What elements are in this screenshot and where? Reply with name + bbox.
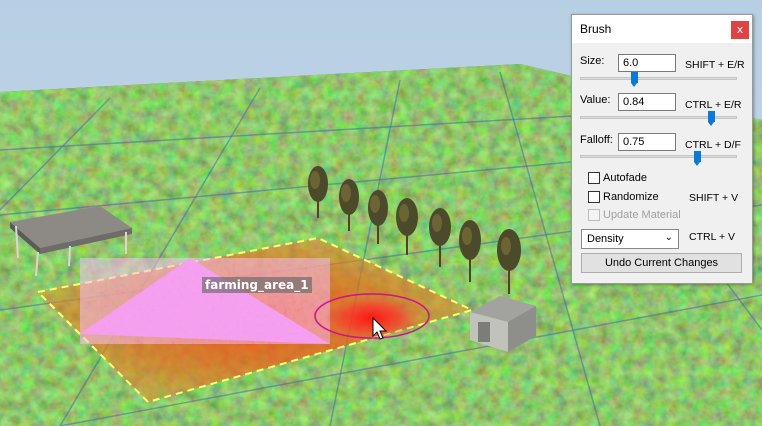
chevron-down-icon: ⌄: [664, 232, 673, 243]
mode-hotkey: CTRL + V: [689, 231, 735, 243]
randomize-label: Randomize: [603, 191, 659, 203]
value-input[interactable]: 0.84: [618, 93, 676, 111]
autofade-label: Autofade: [603, 172, 648, 184]
panel-titlebar[interactable]: Brush x: [572, 15, 752, 43]
size-hotkey: SHIFT + E/R: [685, 59, 745, 71]
close-button[interactable]: x: [731, 21, 749, 39]
falloff-label: Falloff:: [580, 134, 613, 146]
size-label: Size:: [580, 55, 605, 67]
autofade-checkbox[interactable]: [588, 172, 600, 184]
mode-select[interactable]: Density ⌄: [581, 229, 679, 249]
randomize-checkbox[interactable]: [588, 191, 600, 203]
falloff-slider-thumb[interactable]: [694, 151, 702, 166]
object-name-label: farming_area_1: [202, 277, 312, 293]
panel-title: Brush: [580, 22, 612, 36]
size-input[interactable]: 6.0: [618, 54, 676, 72]
size-slider-track[interactable]: [580, 77, 737, 80]
randomize-hotkey: SHIFT + V: [689, 192, 739, 204]
update-material-checkbox: [588, 209, 600, 221]
mode-select-value: Density: [587, 233, 624, 245]
size-slider-thumb[interactable]: [631, 72, 639, 87]
value-hotkey: CTRL + E/R: [685, 99, 742, 111]
value-slider-thumb[interactable]: [708, 111, 716, 126]
falloff-slider-track[interactable]: [580, 155, 737, 158]
brush-panel: Brush x Size: 6.0 SHIFT + E/R Value: 0.8…: [571, 14, 753, 284]
update-material-label: Update Material: [603, 209, 681, 221]
falloff-hotkey: CTRL + D/F: [685, 139, 741, 151]
value-label: Value:: [580, 94, 611, 106]
undo-changes-button[interactable]: Undo Current Changes: [581, 253, 742, 273]
falloff-input[interactable]: 0.75: [618, 133, 676, 151]
